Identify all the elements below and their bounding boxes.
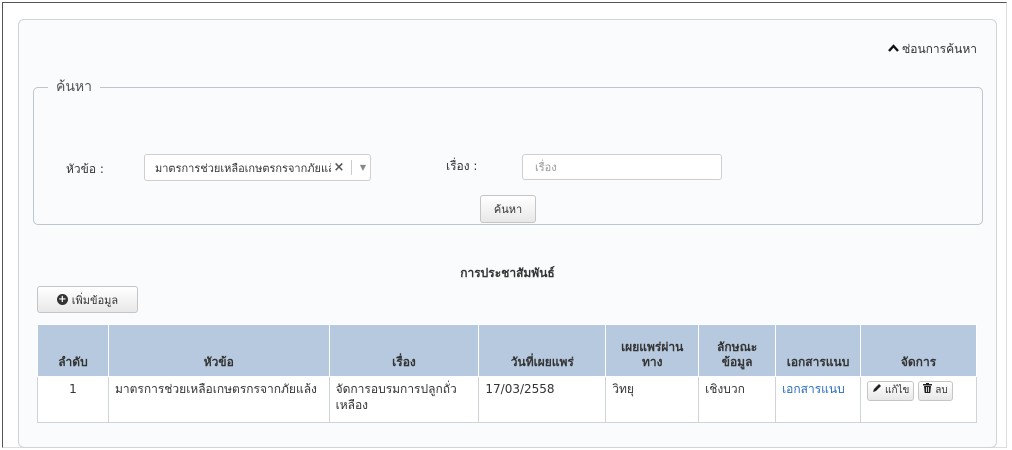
topic-select-value: มาตรการช่วยเหลือเกษตรกรจากภัยแล้ง [155,161,331,175]
table-row: 1 มาตรการช่วยเหลือเกษตรกรจากภัยแล้ง จัดก… [37,376,977,423]
add-data-button[interactable]: + เพิ่มข้อมูล [37,286,138,313]
search-legend: ค้นหา [56,79,93,95]
header-subject[interactable]: เรื่อง [328,324,480,377]
cell-no: 1 [37,376,109,423]
delete-label: ลบ [935,385,948,396]
cell-topic: มาตรการช่วยเหลือเกษตรกรจากภัยแล้ง [107,376,330,423]
toggle-search-label: ซ่อนการค้นหา [902,42,977,56]
topic-select[interactable]: มาตรการช่วยเหลือเกษตรกรจากภัยแล้ง × ▼ [144,154,371,181]
search-button[interactable]: ค้นหา [480,195,536,223]
header-topic[interactable]: หัวข้อ [107,324,330,377]
chevron-down-icon[interactable]: ▼ [356,163,370,172]
add-data-label: เพิ่มข้อมูล [71,293,119,307]
cell-subject: จัดการอบรมการปลูกถั่วเหลือง [328,376,480,423]
cell-type: เชิงบวก [698,376,777,423]
header-date[interactable]: วันที่เผยแพร่ [478,324,607,377]
cell-attachment: เอกสารแนบ [775,376,861,423]
table-title: การประชาสัมพันธ์ [460,266,555,280]
main-panel: ซ่อนการค้นหา ค้นหา หัวข้อ : มาตรการช่วยเ… [18,19,997,448]
cell-date: 17/03/2558 [478,376,607,423]
plus-circle-icon: + [56,293,68,305]
clear-icon[interactable]: × [331,160,347,175]
edit-button[interactable]: แก้ไข [867,381,915,401]
topic-label: หัวข้อ : [66,162,104,176]
subject-input[interactable] [522,154,722,180]
pencil-icon [872,383,882,399]
select-divider [351,160,352,175]
cell-channel: วิทยุ [605,376,700,423]
header-actions: จัดการ [860,324,977,377]
header-type[interactable]: ลักษณะข้อมูล [698,324,777,377]
cell-actions: แก้ไข ลบ [860,376,977,423]
toggle-search-link[interactable]: ซ่อนการค้นหา [888,40,977,59]
chevron-up-icon [888,44,900,55]
header-channel[interactable]: เผยแพร่ผ่านทาง [605,324,700,377]
header-attachment[interactable]: เอกสารแนบ [775,324,861,377]
data-table: ลำดับ หัวข้อ เรื่อง วันที่เผยแพร่ เผยแพร… [37,324,977,423]
search-fieldset: ค้นหา หัวข้อ : มาตรการช่วยเหลือเกษตรกรจา… [33,76,983,225]
subject-label: เรื่อง : [446,159,478,173]
attachment-link[interactable]: เอกสารแนบ [782,382,845,396]
table-header-row: ลำดับ หัวข้อ เรื่อง วันที่เผยแพร่ เผยแพร… [37,324,977,377]
header-no[interactable]: ลำดับ [37,324,109,377]
trash-icon [923,383,933,399]
delete-button[interactable]: ลบ [918,381,953,401]
edit-label: แก้ไข [885,385,910,396]
